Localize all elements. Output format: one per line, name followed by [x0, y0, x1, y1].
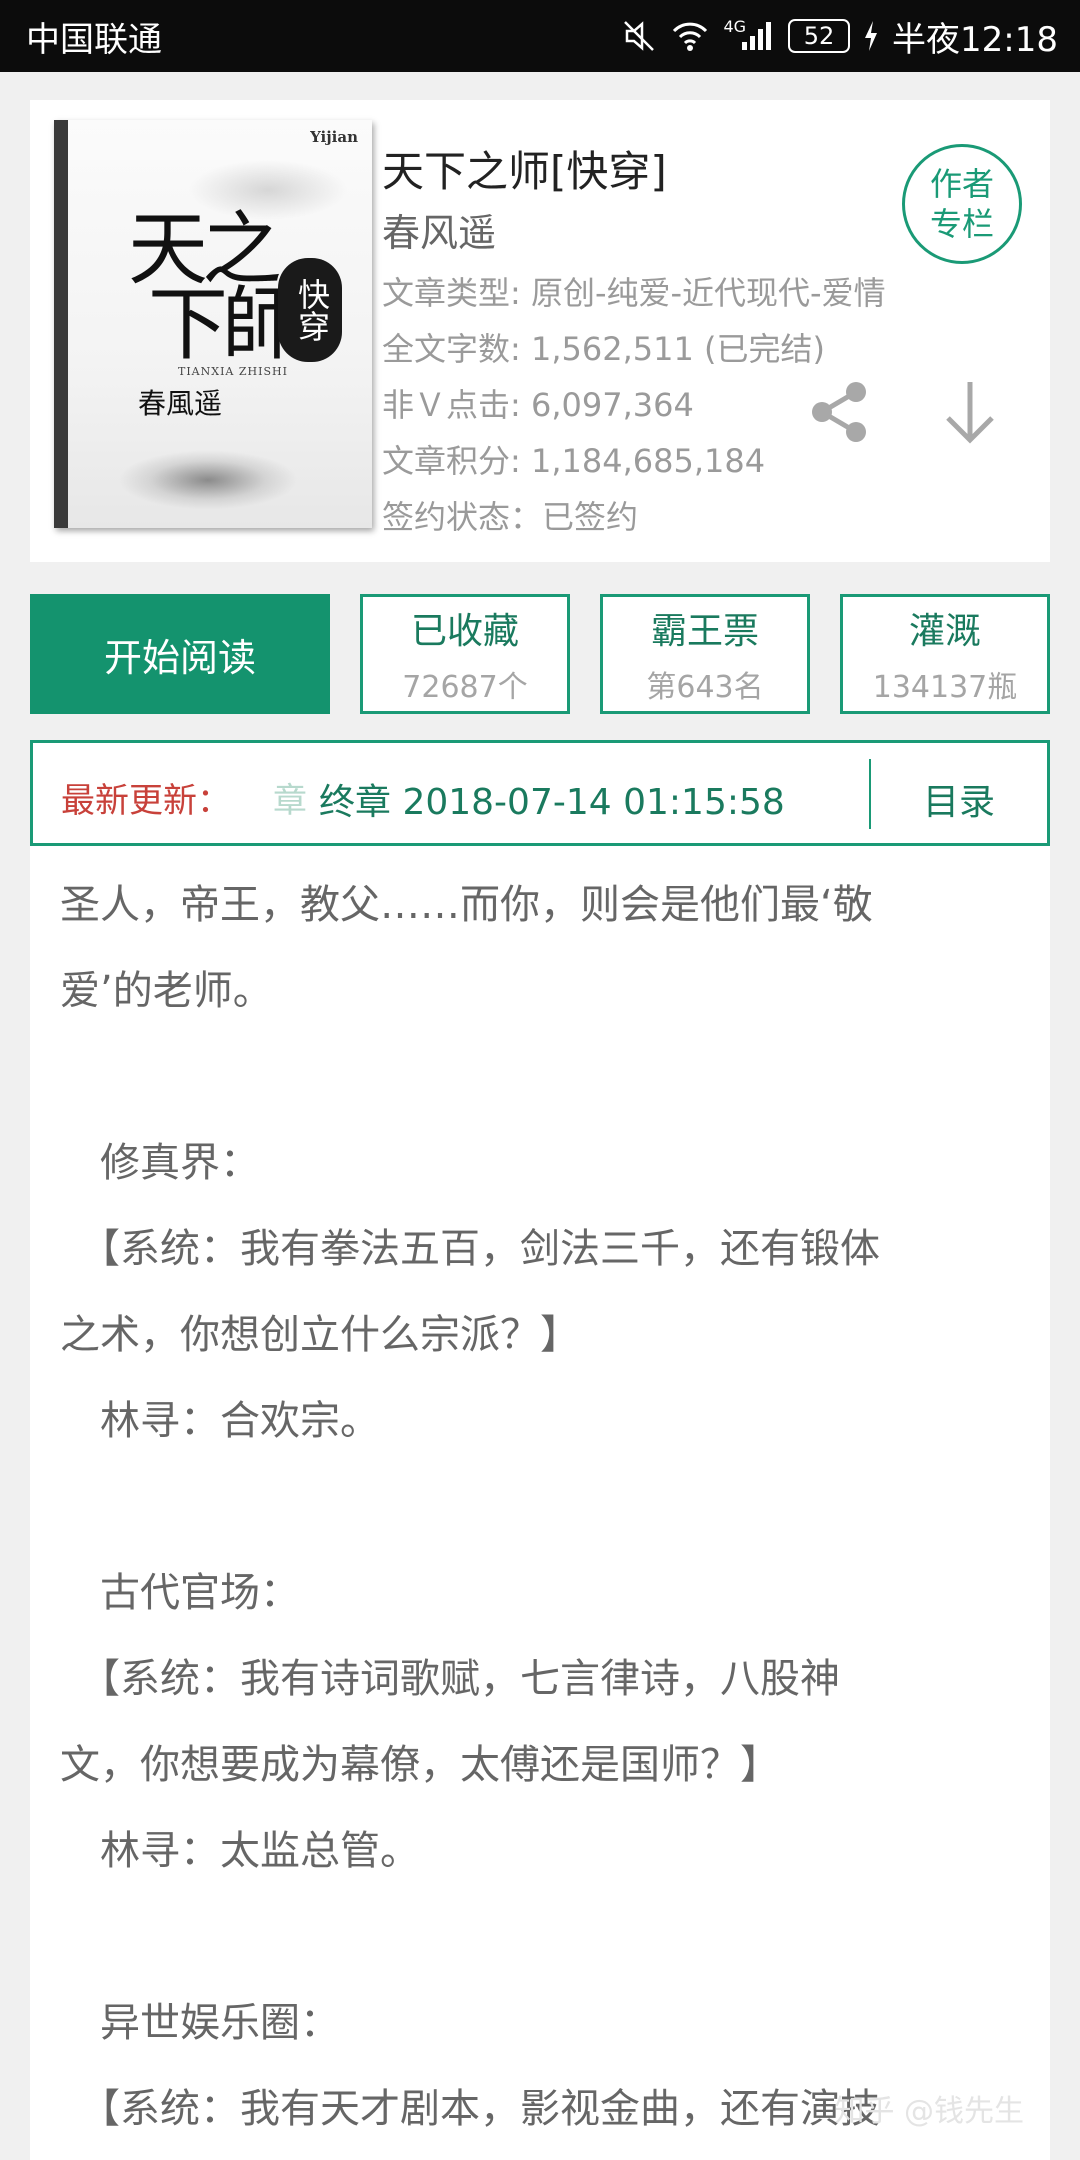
author-column-button[interactable]: 作者 专栏: [902, 144, 1022, 264]
carrier-label: 中国联通: [26, 19, 162, 60]
favorite-button[interactable]: 已收藏 72687个: [360, 594, 570, 714]
synopsis-line: 文，你想要成为幕僚，太傅还是国师？】: [60, 1742, 780, 1788]
cover-romaji: TIANXIA ZHISHI: [178, 365, 288, 378]
status-bar: 中国联通 4G 52 半夜12:18: [0, 0, 1080, 72]
clock: 半夜12:18: [892, 19, 1058, 60]
favorite-count: 72687个: [402, 670, 528, 705]
overlord-ticket-rank: 第643名: [646, 670, 764, 705]
synopsis-line: 【系统：我有天才剧本，影视金曲，还有演技: [60, 2086, 880, 2132]
network-type: 4G: [723, 16, 747, 36]
overlord-ticket-label: 霸王票: [650, 611, 759, 652]
latest-chapter-link[interactable]: 终章 2018-07-14 01:15:58: [319, 773, 785, 825]
latest-faded-text: 章: [273, 781, 307, 821]
synopsis-line: 异世娱乐圈：: [60, 2000, 340, 2046]
book-info-card: Yijian 天之 下師 快穿 TIANXIA ZHISHI 春風遥 天下之师[…: [30, 100, 1050, 562]
meta-clicks: 非Ｖ点击: 6,097,364: [382, 386, 694, 424]
meta-word-count: 全文字数: 1,562,511 (已完结): [382, 330, 825, 368]
signal-icon: 4G: [723, 16, 774, 52]
latest-update-label: 最新更新：: [61, 781, 231, 821]
download-icon[interactable]: [938, 378, 1002, 448]
wifi-icon: [671, 20, 709, 52]
favorite-label: 已收藏: [410, 611, 519, 652]
latest-divider: [869, 759, 871, 829]
synopsis: 圣人，帝王，教父……而你，则会是他们最‘敬 爱’的老师。 修真界： 【系统：我有…: [30, 846, 1050, 2160]
synopsis-line: 古代官场：: [60, 1570, 300, 1616]
meta-type: 文章类型: 原创-纯爱-近代现代-爱情: [382, 274, 886, 312]
watermark: 知乎 @钱先生: [834, 2094, 1024, 2129]
cover-author: 春風遥: [138, 387, 223, 420]
meta-sign-status: 签约状态：已签约: [382, 498, 639, 536]
synopsis-line: 爱’的老师。: [60, 968, 273, 1014]
irrigate-label: 灌溉: [908, 611, 981, 652]
share-icon[interactable]: [808, 380, 872, 444]
synopsis-line: 之术，你想创立什么宗派？】: [60, 1312, 580, 1358]
irrigate-count: 134137瓶: [872, 670, 1018, 705]
battery-level: 52: [803, 22, 835, 50]
cover-publisher: Yijian: [310, 128, 358, 146]
table-of-contents-button[interactable]: 目录: [923, 773, 995, 825]
synopsis-line: 圣人，帝王，教父……而你，则会是他们最‘敬: [60, 882, 873, 928]
battery-icon: 52: [788, 19, 851, 53]
overlord-ticket-button[interactable]: 霸王票 第643名: [600, 594, 810, 714]
author-column-label-1: 作者: [929, 165, 994, 203]
cover-ink-splash: [118, 450, 298, 510]
synopsis-line: 林寻：太监总管。: [60, 1828, 420, 1874]
start-reading-button[interactable]: 开始阅读: [30, 594, 330, 714]
cover-title-line2: 下師: [148, 278, 302, 371]
mute-icon: [621, 18, 657, 54]
meta-score: 文章积分: 1,184,685,184: [382, 442, 766, 480]
synopsis-line: 林寻：合欢宗。: [60, 1398, 380, 1444]
book-title: 天下之师[快穿]: [382, 147, 667, 196]
book-cover[interactable]: Yijian 天之 下師 快穿 TIANXIA ZHISHI 春風遥: [54, 120, 372, 528]
synopsis-line: 修真界：: [60, 1140, 260, 1186]
irrigate-button[interactable]: 灌溉 134137瓶: [840, 594, 1050, 714]
book-author[interactable]: 春风遥: [382, 202, 496, 257]
synopsis-line: 【系统：我有拳法五百，剑法三千，还有锻体: [60, 1226, 880, 1272]
cover-seal: 快穿: [278, 258, 342, 362]
latest-update-bar: 最新更新： 章 终章 2018-07-14 01:15:58 目录: [30, 740, 1050, 846]
author-column-label-2: 专栏: [929, 205, 994, 243]
status-icons: 4G 52 半夜12:18: [621, 12, 1058, 61]
synopsis-line: 【系统：我有诗词歌赋，七言律诗，八股神: [60, 1656, 840, 1702]
charging-icon: [864, 21, 878, 51]
